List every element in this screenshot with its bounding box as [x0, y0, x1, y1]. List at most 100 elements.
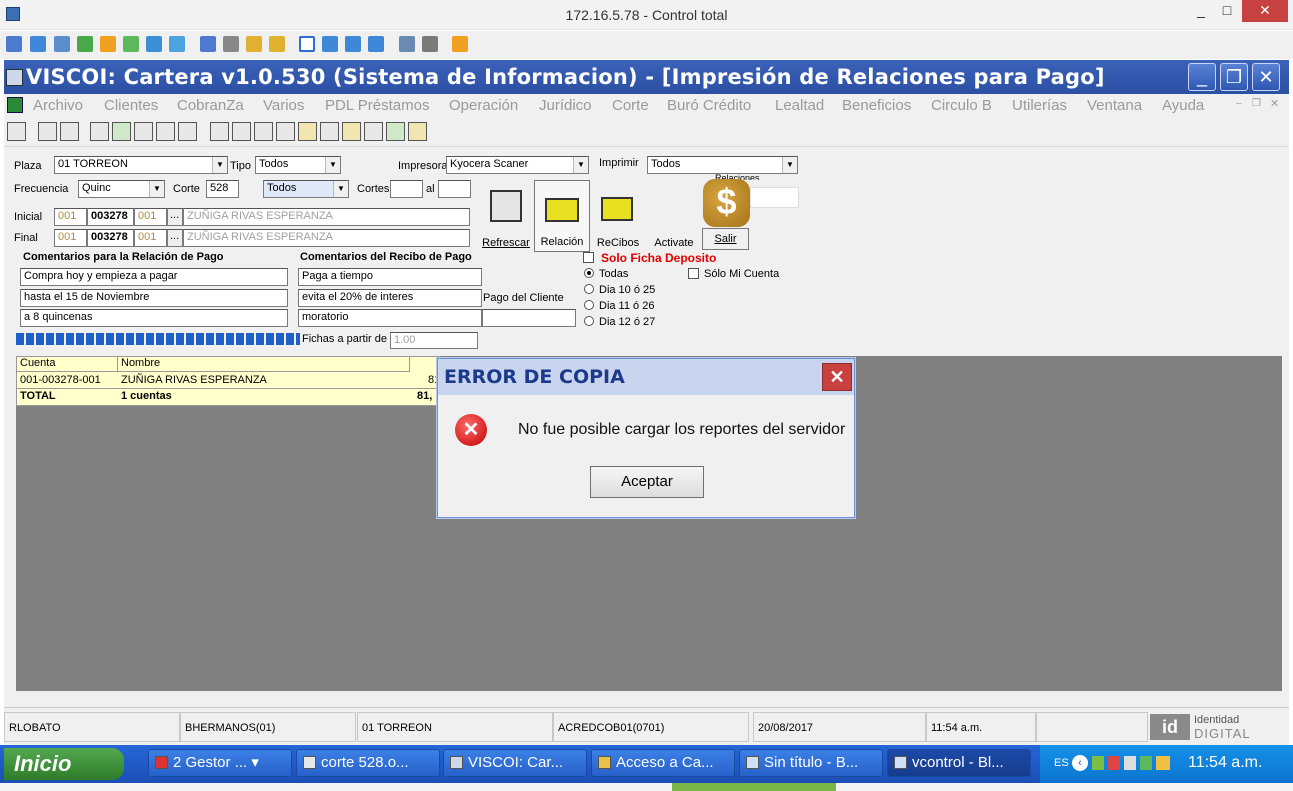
- fullscreen-icon[interactable]: [322, 36, 338, 52]
- inicial-cuenta-field[interactable]: 003278: [87, 208, 134, 226]
- grid-cell-nombre[interactable]: ZUÑIGA RIVAS ESPERANZA: [121, 374, 267, 386]
- tool-b-icon[interactable]: [342, 122, 361, 141]
- inicial-browse-button[interactable]: ...: [167, 208, 183, 226]
- tool-chart-icon[interactable]: [90, 122, 109, 141]
- imprimir-select[interactable]: Todos ▼: [647, 156, 798, 174]
- final-browse-button[interactable]: ...: [167, 229, 183, 247]
- transfer-icon[interactable]: [77, 36, 93, 52]
- window-icon[interactable]: [299, 36, 315, 52]
- taskbar-item-acceso[interactable]: Acceso a Ca...: [591, 749, 735, 777]
- menu-ayuda[interactable]: Ayuda: [1162, 97, 1204, 114]
- dialog-close-button[interactable]: ✕: [822, 363, 852, 391]
- final-plaza-field[interactable]: 001: [54, 229, 87, 247]
- grid-cell-cuenta[interactable]: 001-003278-001: [17, 374, 101, 386]
- menu-clientes[interactable]: Clientes: [104, 97, 158, 114]
- chevron-left-icon[interactable]: ‹: [1072, 755, 1088, 771]
- taskbar-item-vcontrol[interactable]: vcontrol - Bl...: [887, 749, 1031, 777]
- tool-exit-icon[interactable]: [408, 122, 427, 141]
- mdi-minimize-icon[interactable]: –: [1236, 98, 1242, 109]
- tool-help-icon[interactable]: [298, 122, 317, 141]
- tool-clock-icon[interactable]: [232, 122, 251, 141]
- power-icon[interactable]: [100, 36, 116, 52]
- menu-beneficios[interactable]: Beneficios: [842, 97, 911, 114]
- relaciones-field[interactable]: [750, 187, 799, 208]
- menu-corte[interactable]: Corte: [612, 97, 649, 114]
- phone-icon[interactable]: [146, 36, 162, 52]
- recibos-button[interactable]: ReCibos: [590, 180, 646, 252]
- scale-icon[interactable]: [345, 36, 361, 52]
- app-close-button[interactable]: ✕: [1252, 63, 1280, 91]
- terminal-icon[interactable]: [54, 36, 70, 52]
- tool-calc-icon[interactable]: [210, 122, 229, 141]
- final-suf-field[interactable]: 001: [134, 229, 167, 247]
- comentario-relacion-2[interactable]: hasta el 15 de Noviembre: [20, 289, 288, 307]
- menu-utilerias[interactable]: Utilerías: [1012, 97, 1067, 114]
- taskbar-item-gestor[interactable]: 2 Gestor ... ▾: [148, 749, 292, 777]
- tools-icon[interactable]: [422, 36, 438, 52]
- impresora-select[interactable]: Kyocera Scaner ▼: [446, 156, 589, 174]
- inicial-suf-field[interactable]: 001: [134, 208, 167, 226]
- tool-calendar-icon[interactable]: [60, 122, 79, 141]
- inicial-plaza-field[interactable]: 001: [54, 208, 87, 226]
- final-cuenta-field[interactable]: 003278: [87, 229, 134, 247]
- tray-clock[interactable]: 11:54 a.m.: [1188, 754, 1262, 772]
- salir-button[interactable]: Salir: [702, 228, 749, 250]
- chat-icon[interactable]: [169, 36, 185, 52]
- mdi-close-icon[interactable]: ✕: [1270, 97, 1279, 110]
- screenshot-icon[interactable]: [399, 36, 415, 52]
- tool-print-icon[interactable]: [7, 122, 26, 141]
- menu-archivo[interactable]: Archivo: [33, 97, 83, 114]
- dia1-radio[interactable]: [584, 284, 594, 294]
- mdi-restore-icon[interactable]: ❐: [1252, 98, 1261, 109]
- comentario-relacion-3[interactable]: a 8 quincenas: [20, 309, 288, 327]
- comentario-recibo-2[interactable]: evita el 20% de interes: [298, 289, 482, 307]
- user-icon[interactable]: [200, 36, 216, 52]
- aceptar-button[interactable]: Aceptar: [590, 466, 704, 498]
- monitor-icon[interactable]: [30, 36, 46, 52]
- taskbar-item-sin-titulo[interactable]: Sin título - B...: [739, 749, 883, 777]
- cortes-to-field[interactable]: [438, 180, 471, 198]
- tray-chat-icon[interactable]: [1140, 756, 1152, 770]
- tool-list-icon[interactable]: [276, 122, 295, 141]
- refrescar-button[interactable]: Refrescar: [478, 180, 534, 252]
- menu-circulo-b[interactable]: Circulo B: [931, 97, 992, 114]
- todas-radio[interactable]: [584, 268, 594, 278]
- dia3-radio[interactable]: [584, 316, 594, 326]
- tool-check-icon[interactable]: [112, 122, 131, 141]
- plaza-select[interactable]: 01 TORREON ▼: [54, 156, 228, 174]
- taskbar-item-viscoi[interactable]: VISCOI: Car...: [443, 749, 587, 777]
- tool-phone-icon[interactable]: [364, 122, 383, 141]
- rdp-close-button[interactable]: ✕: [1242, 0, 1288, 22]
- language-indicator[interactable]: ES: [1054, 757, 1069, 769]
- tray-shield-icon[interactable]: [1124, 756, 1136, 770]
- menu-pdl-prestamos[interactable]: PDL Préstamos: [325, 97, 429, 114]
- menu-buro-credito[interactable]: Buró Crédito: [667, 97, 751, 114]
- app-restore-button[interactable]: ❐: [1220, 63, 1248, 91]
- tool-ok-icon[interactable]: [386, 122, 405, 141]
- menu-lealtad[interactable]: Lealtad: [775, 97, 824, 114]
- comentario-relacion-1[interactable]: Compra hoy y empieza a pagar: [20, 268, 288, 286]
- tool-photo-icon[interactable]: [320, 122, 339, 141]
- taskbar-item-corte[interactable]: corte 528.o...: [296, 749, 440, 777]
- pago-cliente-field[interactable]: [482, 309, 576, 327]
- keyboard-lock-icon[interactable]: [269, 36, 285, 52]
- lock-icon[interactable]: [246, 36, 262, 52]
- comentario-recibo-3[interactable]: moratorio: [298, 309, 482, 327]
- tool-edit-icon[interactable]: [134, 122, 153, 141]
- menu-varios[interactable]: Varios: [263, 97, 304, 114]
- relacion-button[interactable]: Relación: [534, 180, 590, 252]
- tool-table-icon[interactable]: [156, 122, 175, 141]
- fichas-field[interactable]: 1.00: [390, 332, 478, 349]
- tray-display-icon[interactable]: [1156, 756, 1170, 770]
- menu-cobranza[interactable]: CobranZa: [177, 97, 244, 114]
- solo-ficha-checkbox[interactable]: [583, 252, 594, 263]
- disconnect-icon[interactable]: [452, 36, 468, 52]
- network-icon[interactable]: [223, 36, 239, 52]
- tool-monitor-icon[interactable]: [38, 122, 57, 141]
- menu-operacion[interactable]: Operación: [449, 97, 518, 114]
- menu-juridico[interactable]: Jurídico: [539, 97, 592, 114]
- comentario-recibo-1[interactable]: Paga a tiempo: [298, 268, 482, 286]
- start-button[interactable]: Inicio: [4, 748, 124, 780]
- tray-network-icon[interactable]: [1092, 756, 1104, 770]
- tipo-select[interactable]: Todos ▼: [255, 156, 341, 174]
